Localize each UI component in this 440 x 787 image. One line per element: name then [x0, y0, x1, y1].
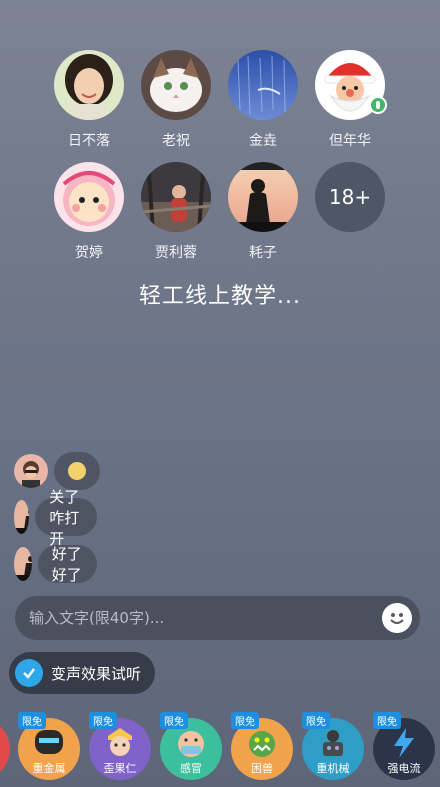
participant-name: 贾利蓉 — [155, 245, 197, 261]
participant[interactable]: 耗子 — [228, 162, 315, 262]
voice-effect-name: 歪果仁 — [103, 762, 137, 775]
chat-bubble — [54, 452, 100, 490]
participant[interactable]: 老祝 — [141, 50, 228, 150]
voice-effect-name: 重机械 — [316, 762, 350, 775]
participant[interactable]: 但年华 — [315, 50, 402, 150]
participants-row-1: 日不落 老祝 金垚 但年华 — [54, 50, 402, 150]
participant[interactable]: 贾利蓉 — [141, 162, 228, 262]
sick-face-icon — [178, 731, 204, 757]
participant-name: 但年华 — [329, 133, 371, 149]
voice-effect[interactable]: 限免 歪果仁 — [89, 712, 151, 780]
voice-effect-name: 强电流 — [387, 762, 421, 775]
participant-name: 日不落 — [68, 133, 110, 149]
participants-row-2: 贺婷 贾利蓉 耗子 18+ — [54, 162, 402, 262]
mech-robot-icon — [323, 730, 343, 756]
mic-speaking-icon — [369, 96, 387, 114]
avatar[interactable] — [228, 50, 298, 120]
voice-effect[interactable]: 限免 感冒 — [160, 712, 222, 780]
voice-effect[interactable]: 限免 强电流 — [373, 712, 435, 780]
emoji-button[interactable] — [382, 603, 412, 633]
participant[interactable]: 金垚 — [228, 50, 315, 150]
chat-message — [14, 452, 100, 490]
voice-effect[interactable]: 限免 困兽 — [231, 712, 293, 780]
avatar[interactable] — [141, 162, 211, 232]
participant[interactable]: 贺婷 — [54, 162, 141, 262]
voice-effect-toggle-label: 变声效果试听 — [51, 664, 142, 683]
message-input-bar — [15, 596, 420, 640]
more-participants[interactable]: 18+ — [315, 162, 402, 262]
avatar[interactable] — [315, 50, 387, 120]
voice-effects-carousel[interactable]: 限免 重金属 限免 歪果仁 限免 感冒 限免 困兽 限免 重机械 限免 强电流 — [0, 708, 440, 787]
avatar[interactable] — [14, 500, 30, 534]
participant-name: 耗子 — [249, 245, 277, 261]
voice-effect[interactable]: 限免 重机械 — [302, 712, 364, 780]
participant-name: 金垚 — [249, 133, 277, 149]
voice-effect-name: 感冒 — [180, 762, 202, 775]
participant[interactable]: 日不落 — [54, 50, 141, 150]
voice-effect-preview-toggle[interactable]: 变声效果试听 — [9, 652, 156, 694]
voice-effect[interactable]: 限免 重金属 — [18, 712, 80, 780]
lightning-icon — [394, 728, 414, 758]
participant-name: 贺婷 — [75, 245, 103, 261]
voice-effect-name: 重金属 — [32, 762, 66, 775]
chat-message: 好了好了 — [14, 545, 98, 584]
chat-bubble: 关了咋打开 — [35, 488, 98, 548]
more-participants-button[interactable]: 18+ — [315, 162, 385, 232]
smile-emoji-icon — [68, 462, 86, 480]
chat-bubble: 好了好了 — [37, 545, 98, 584]
check-icon[interactable] — [15, 659, 43, 687]
chat-message: 关了咋打开 — [14, 488, 98, 548]
avatar[interactable] — [14, 547, 32, 581]
avatar[interactable] — [54, 162, 124, 232]
room-title: 轻工线上教学... — [139, 284, 301, 309]
avatar[interactable] — [228, 162, 298, 232]
voice-effect-name: 困兽 — [251, 762, 273, 775]
participant-name: 老祝 — [162, 133, 190, 149]
robot-icon — [35, 730, 63, 754]
message-input[interactable] — [29, 609, 369, 627]
avatar[interactable] — [14, 454, 48, 488]
foreigner-icon — [108, 728, 132, 756]
monster-icon — [249, 731, 275, 757]
voice-effect-partial[interactable] — [0, 718, 10, 780]
avatar[interactable] — [141, 50, 211, 120]
avatar[interactable] — [54, 50, 124, 120]
